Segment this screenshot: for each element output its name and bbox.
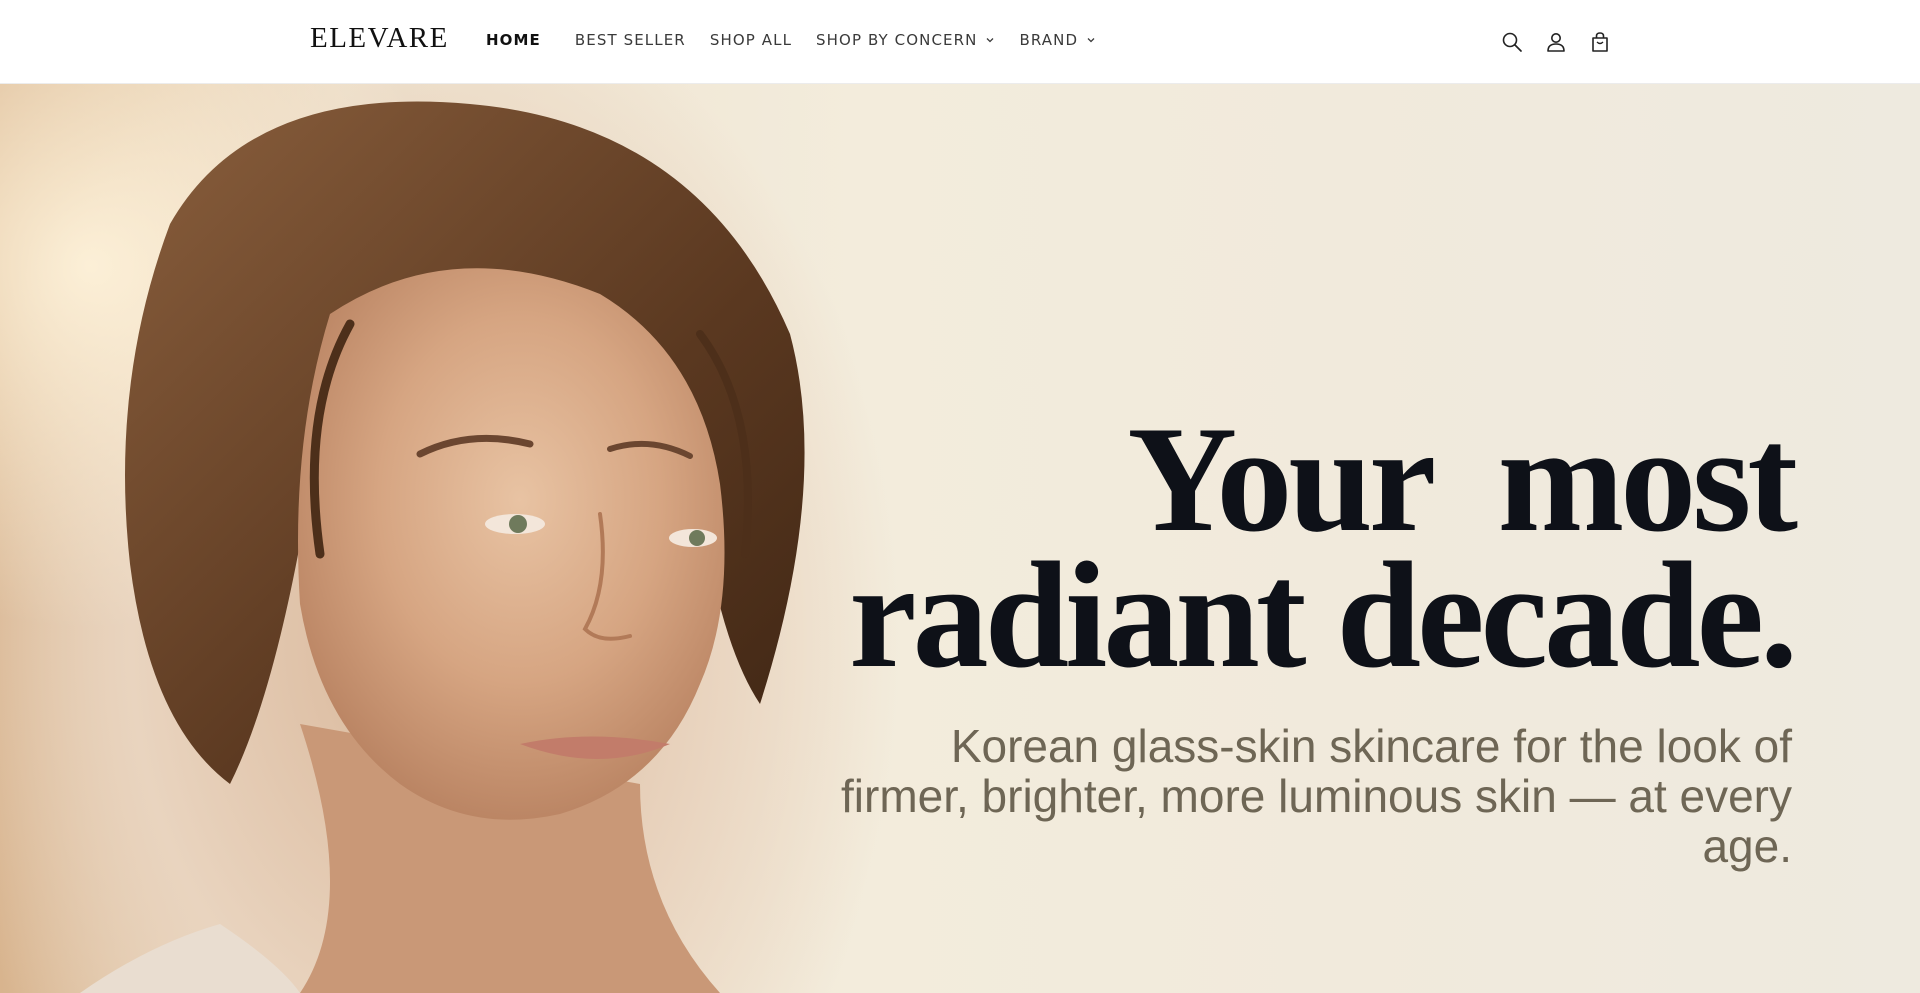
- subhead-line-2: firmer, brighter, more luminous skin — a…: [841, 770, 1792, 872]
- brand-logo[interactable]: ELEVARE: [310, 22, 449, 55]
- headline-line-2: radiant decade.: [849, 531, 1798, 699]
- nav-brand[interactable]: BRAND: [1019, 31, 1096, 49]
- nav-brand-label: BRAND: [1019, 31, 1079, 49]
- nav-shop-by-concern[interactable]: SHOP BY CONCERN: [816, 31, 995, 49]
- hero-banner: Your most radiant decade. Korean glass-s…: [0, 84, 1920, 993]
- subhead-line-1: Korean glass-skin skincare for the look …: [950, 720, 1792, 772]
- hero-portrait-image: [0, 84, 900, 993]
- nav-shop-by-concern-label: SHOP BY CONCERN: [816, 31, 978, 49]
- header-icons: [1498, 28, 1630, 56]
- nav-best-seller[interactable]: BEST SELLER: [575, 31, 686, 49]
- main-nav: HOME BEST SELLER SHOP ALL SHOP BY CONCER…: [486, 31, 1120, 49]
- cart-icon: [1592, 32, 1608, 52]
- account-icon: [1547, 33, 1565, 52]
- nav-best-seller-label: BEST SELLER: [574, 31, 686, 49]
- account-button[interactable]: [1542, 28, 1570, 56]
- search-button[interactable]: [1498, 28, 1526, 56]
- nav-shop-all-label: SHOP ALL: [709, 31, 793, 49]
- nav-home[interactable]: HOME: [486, 31, 541, 49]
- hero-headline: Your most radiant decade.: [794, 403, 1798, 691]
- nav-home-label: HOME: [486, 31, 541, 49]
- chevron-down-icon: [986, 38, 994, 43]
- search-icon: [1502, 32, 1522, 52]
- site-header: ELEVARE HOME BEST SELLER SHOP ALL SHOP B…: [0, 0, 1920, 84]
- hero-subheadline: Korean glass-skin skincare for the look …: [792, 721, 1792, 871]
- cart-button[interactable]: [1586, 28, 1614, 56]
- chevron-down-icon: [1087, 38, 1095, 43]
- nav-shop-all[interactable]: SHOP ALL: [710, 31, 792, 49]
